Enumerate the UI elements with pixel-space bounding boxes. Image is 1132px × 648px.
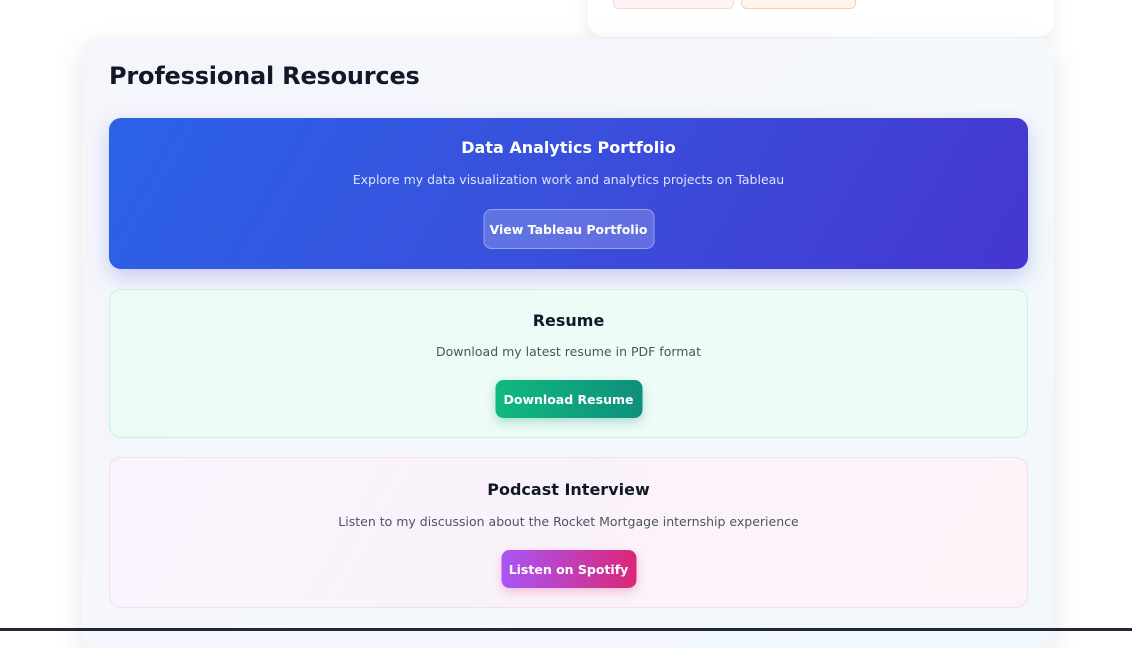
card-title: Resume [532,311,605,330]
card-title: Podcast Interview [487,480,650,499]
previous-section-card [588,0,1054,37]
professional-resources-section: Professional Resources Data Analytics Po… [82,38,1054,648]
download-resume-button[interactable]: Download Resume [495,380,642,418]
card-title: Data Analytics Portfolio [461,138,676,157]
skill-tag [741,0,856,9]
view-tableau-portfolio-button[interactable]: View Tableau Portfolio [483,209,654,249]
skill-tag [613,0,734,9]
card-description: Download my latest resume in PDF format [436,344,701,359]
listen-on-spotify-button[interactable]: Listen on Spotify [501,550,636,588]
card-description: Explore my data visualization work and a… [352,172,785,187]
resume-card: Resume Download my latest resume in PDF … [109,289,1028,438]
section-title: Professional Resources [109,62,420,90]
tableau-portfolio-card: Data Analytics Portfolio Explore my data… [109,118,1028,269]
podcast-interview-card: Podcast Interview Listen to my discussio… [109,457,1028,608]
card-description: Listen to my discussion about the Rocket… [338,514,799,529]
